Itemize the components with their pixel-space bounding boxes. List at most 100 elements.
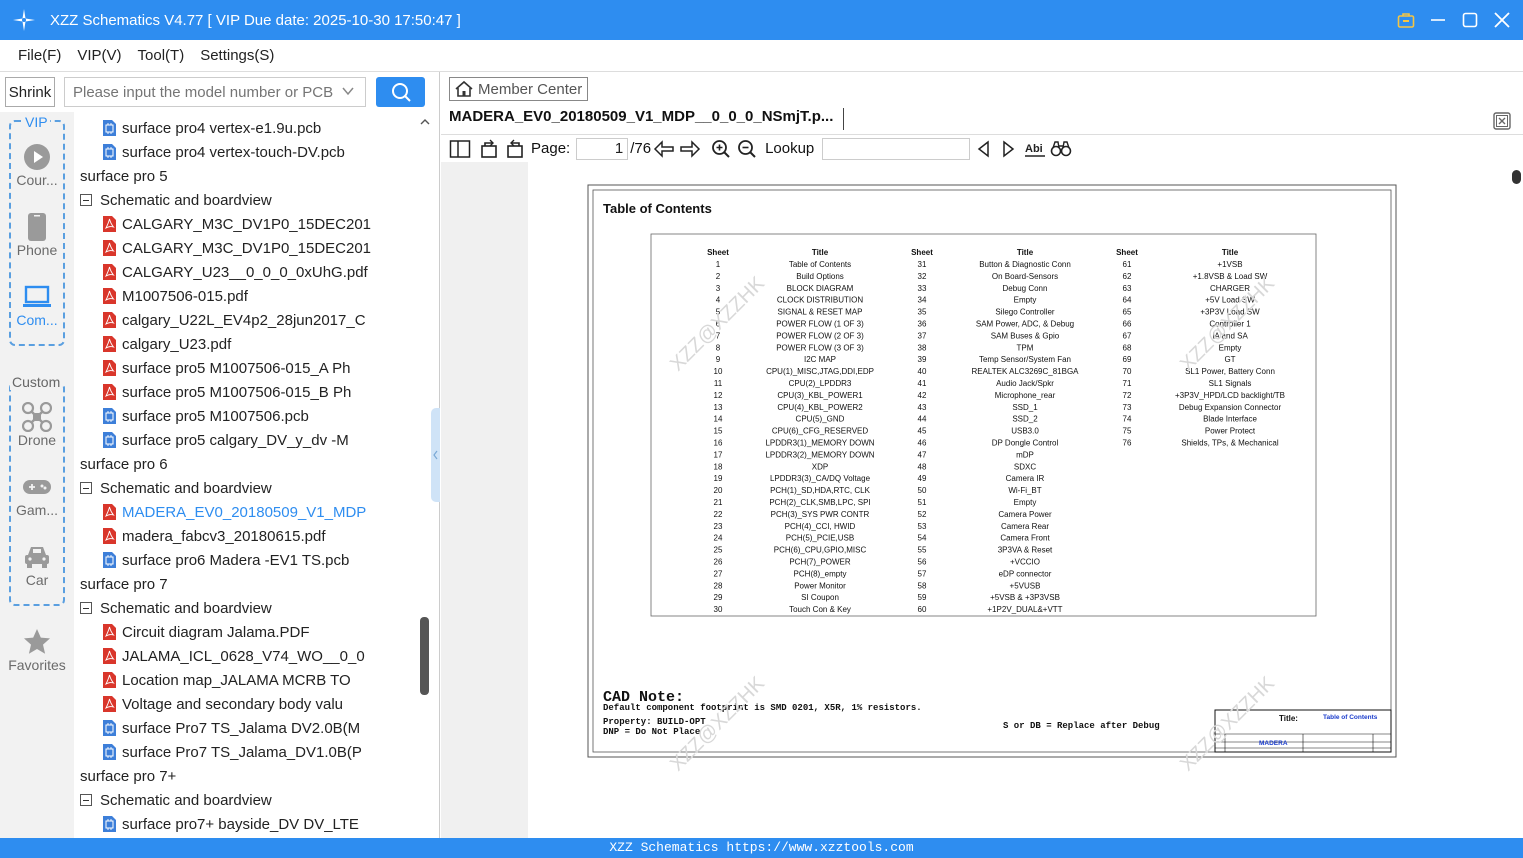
toc-sheet-title: Debug Conn: [1003, 284, 1048, 293]
sidebar-item-phone[interactable]: Phone: [0, 212, 74, 258]
tree-file[interactable]: CALGARY_M3C_DV1P0_15DEC201: [102, 212, 371, 236]
collapse-icon[interactable]: [80, 794, 92, 806]
search-button[interactable]: [376, 77, 425, 107]
scroll-up-icon[interactable]: [419, 116, 431, 128]
zoom-out-icon[interactable]: [737, 139, 757, 159]
vip-box-icon[interactable]: [1395, 9, 1417, 31]
tree-file[interactable]: surface pro5 M1007506-015_A Ph: [102, 356, 351, 380]
menu-vip[interactable]: VIP(V): [77, 47, 121, 64]
menu-file[interactable]: File(F): [18, 47, 61, 64]
tree-folder[interactable]: Schematic and boardview: [80, 788, 272, 812]
search-box[interactable]: [64, 77, 366, 107]
tree-file[interactable]: madera_fabcv3_20180615.pdf: [102, 524, 326, 548]
close-document-icon[interactable]: [1493, 112, 1511, 130]
tab-divider: [843, 108, 844, 130]
tree-folder[interactable]: surface pro 7: [74, 572, 168, 596]
prev-page-icon[interactable]: [653, 139, 675, 158]
close-button[interactable]: [1491, 9, 1513, 31]
menu-tool[interactable]: Tool(T): [138, 47, 185, 64]
lookup-input[interactable]: [822, 137, 971, 160]
tree-folder[interactable]: Schematic and boardview: [80, 476, 272, 500]
tree-file[interactable]: surface pro5 M1007506-015_B Ph: [102, 380, 351, 404]
tree-item-label: Schematic and boardview: [100, 479, 272, 497]
match-case-icon[interactable]: Abi: [1024, 140, 1046, 158]
tree-file[interactable]: MADERA_EV0_20180509_V1_MDP: [102, 500, 366, 524]
toc-sheet-title: BLOCK DIAGRAM: [787, 284, 854, 293]
tree-scroll-thumb[interactable]: [420, 617, 429, 695]
toc-sheet-title: Camera Rear: [1001, 522, 1049, 531]
tree-file[interactable]: surface pro4 vertex-e1.9u.pcb: [102, 116, 321, 140]
document-scrollbar[interactable]: [1510, 162, 1523, 838]
tree-file[interactable]: surface Pro7 TS_Jalama DV2.0B(M: [102, 716, 360, 740]
toc-sheet-title: PCH(2)_CLK,SMB,LPC, SPI: [769, 498, 870, 507]
toc-header-sheet: Sheet: [911, 248, 933, 257]
tree-file[interactable]: surface Pro7 TS_Jalama_DV1.0B(P: [102, 740, 362, 764]
sidebar-item-label: Phone: [16, 242, 58, 258]
collapse-icon[interactable]: [80, 602, 92, 614]
tree-file[interactable]: surface pro5 M1007506.pcb: [102, 404, 309, 428]
tree-file[interactable]: surface pro5 calgary_DV_y_dv -M: [102, 428, 349, 452]
find-all-icon[interactable]: [1050, 140, 1072, 158]
rotate-right-icon[interactable]: [505, 139, 525, 159]
chevron-down-icon[interactable]: [341, 84, 355, 98]
tree-file[interactable]: CALGARY_M3C_DV1P0_15DEC201: [102, 236, 371, 260]
minimize-button[interactable]: [1427, 9, 1449, 31]
search-input[interactable]: [73, 83, 333, 101]
tree-folder[interactable]: Schematic and boardview: [80, 596, 272, 620]
tree-file[interactable]: M1007506-015.pdf: [102, 284, 248, 308]
shrink-button[interactable]: Shrink: [5, 77, 55, 107]
tree-file[interactable]: surface pro4 vertex-touch-DV.pcb: [102, 140, 345, 164]
sidebar-item-computer[interactable]: Com...: [0, 282, 74, 328]
toc-sheet-title: LPDDR3(2)_MEMORY DOWN: [765, 450, 874, 459]
tree-file[interactable]: calgary_U23.pdf: [102, 332, 231, 356]
zoom-in-icon[interactable]: [711, 139, 731, 159]
sidebar-item-course[interactable]: Cour...: [0, 142, 74, 188]
member-center-button[interactable]: Member Center: [449, 77, 588, 101]
tree-file[interactable]: surface pro6 Madera -EV1 TS.pcb: [102, 548, 349, 572]
tree-folder[interactable]: Schematic and boardview: [80, 188, 272, 212]
pdf-file-icon: [102, 288, 116, 304]
tree-item-label: calgary_U23.pdf: [122, 335, 232, 353]
tree-scrollbar[interactable]: [419, 112, 431, 838]
tree-file[interactable]: CALGARY_U23__0_0_0_0xUhG.pdf: [102, 260, 368, 284]
pcb-file-icon: [102, 432, 116, 448]
toc-sheet-number: 34: [918, 296, 927, 305]
sidebar-item-car[interactable]: Car: [0, 542, 74, 588]
page-number-input[interactable]: 1: [576, 137, 629, 160]
sidebar-item-favorites[interactable]: Favorites: [0, 627, 74, 673]
toc-sheet-title: DP Dongle Control: [992, 439, 1059, 448]
tree-file[interactable]: surface pro7+ bayside_DV DV_LTE: [102, 812, 359, 836]
document-tab[interactable]: MADERA_EV0_20180509_V1_MDP__0_0_0_NSmjT.…: [449, 108, 833, 125]
toc-sheet-title: USB3.0: [1011, 427, 1039, 436]
sidebar-item-drone[interactable]: Drone: [0, 402, 74, 448]
tree-file[interactable]: calgary_U22L_EV4p2_28jun2017_C: [102, 308, 366, 332]
toc-sheet-number: 48: [918, 462, 927, 471]
collapse-icon[interactable]: [80, 482, 92, 494]
tree-file[interactable]: Voltage and secondary body valu: [102, 692, 343, 716]
rotate-left-icon[interactable]: [479, 139, 499, 159]
app-logo-icon: [13, 9, 35, 31]
document-scroll-thumb[interactable]: [1512, 170, 1521, 184]
collapse-icon[interactable]: [80, 194, 92, 206]
play-icon: [24, 144, 50, 170]
title-block-project: MADERA: [1259, 740, 1288, 747]
tree-file[interactable]: Circuit diagram Jalama.PDF: [102, 620, 310, 644]
menu-settings[interactable]: Settings(S): [200, 47, 274, 64]
collapse-pane-handle[interactable]: [431, 408, 440, 502]
search-next-icon[interactable]: [1000, 139, 1016, 158]
next-page-icon[interactable]: [679, 139, 701, 158]
tree-file[interactable]: JALAMA_ICL_0628_V74_WO__0_0: [102, 644, 365, 668]
sidebar-toggle-icon[interactable]: [449, 139, 471, 159]
tree-folder[interactable]: surface pro 7+: [74, 764, 176, 788]
toc-sheet-title: Empty: [1014, 296, 1037, 305]
tree-file[interactable]: Location map_JALAMA MCRB TO: [102, 668, 351, 692]
sidebar-item-game[interactable]: Gam...: [0, 472, 74, 518]
toc-sheet-number: 54: [918, 534, 927, 543]
toc-sheet-title: LPDDR3(1)_MEMORY DOWN: [765, 439, 874, 448]
document-canvas[interactable]: Table of Contents Sheet Title 1 Table of Co…: [441, 162, 1523, 838]
viewer-toolbar: Page: 1 /76 Lookup Abi: [441, 134, 1523, 162]
search-prev-icon[interactable]: [976, 139, 992, 158]
maximize-button[interactable]: [1459, 9, 1481, 31]
tree-folder[interactable]: surface pro 6: [74, 452, 168, 476]
tree-folder[interactable]: surface pro 5: [74, 164, 168, 188]
